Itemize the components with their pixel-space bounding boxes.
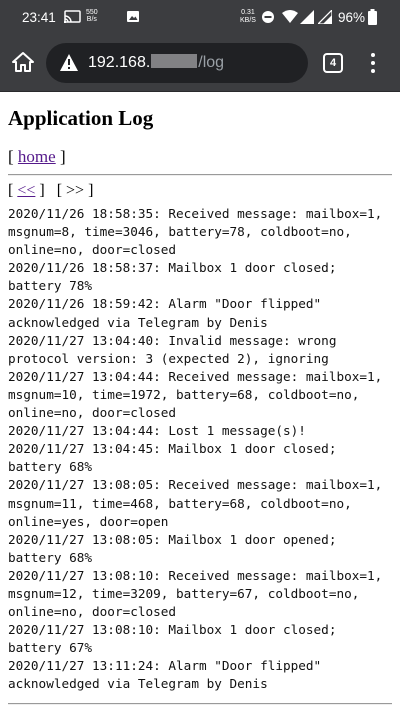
pager-next-text: ] [ >> ] — [35, 182, 94, 199]
battery-percentage: 96% — [338, 10, 366, 25]
tab-switcher-button[interactable]: 4 — [323, 53, 343, 73]
nav-bracket-close: ] — [55, 147, 66, 166]
log-line: 2020/11/26 18:59:42: Alarm "Door flipped… — [8, 296, 322, 312]
url-path: /log — [198, 54, 225, 71]
image-notification-icon — [127, 11, 139, 22]
page-title: Application Log — [8, 106, 154, 130]
nav-bracket-open: [ — [8, 147, 18, 166]
divider-bottom — [8, 703, 392, 705]
log-line: 2020/11/27 13:04:44: Received message: m… — [8, 368, 383, 384]
log-line: battery 67% — [8, 640, 93, 656]
divider-top — [8, 174, 392, 176]
log-line: online=no, door=closed — [8, 604, 177, 620]
log-line: online=no, door=closed — [8, 405, 177, 421]
log-line: 2020/11/27 13:04:40: Invalid message: wr… — [8, 332, 337, 348]
status-bar: 23:41 550 B/s 0.31 KB/S 96% — [0, 0, 400, 34]
cast-icon — [64, 10, 81, 23]
log-line: msgnum=10, time=1972, battery=68, coldbo… — [8, 386, 360, 402]
log-line: msgnum=8, time=3046, battery=78, coldboo… — [8, 224, 352, 240]
pager-bracket-open: [ — [8, 182, 18, 199]
net-speed-unit: B/s — [86, 16, 97, 23]
menu-dot — [371, 61, 375, 65]
log-line: 2020/11/27 13:08:10: Received message: m… — [8, 567, 383, 583]
log-line: msgnum=11, time=468, battery=68, coldboo… — [8, 495, 352, 511]
home-icon[interactable] — [12, 51, 34, 73]
log-line: 2020/11/27 13:08:05: Received message: m… — [8, 477, 383, 493]
log-line: 2020/11/26 18:58:37: Mailbox 1 door clos… — [8, 260, 337, 276]
signal-icon — [300, 10, 314, 24]
net-speed-indicator: 550 B/s — [86, 9, 98, 23]
data-rate-unit: KB/S — [240, 17, 256, 24]
wifi-icon — [282, 10, 298, 23]
log-line: acknowledged via Telegram by Denis — [8, 314, 268, 330]
home-link[interactable]: home — [18, 147, 56, 166]
battery-icon — [368, 9, 377, 25]
log-line: battery 78% — [8, 278, 93, 294]
page-content: Application Log [ home ] [ << ] [ >> ] 2… — [0, 92, 400, 709]
data-rate-indicator: 0.31 KB/S — [240, 9, 256, 25]
overflow-menu-icon[interactable] — [366, 51, 380, 75]
status-time: 23:41 — [22, 10, 56, 25]
address-bar[interactable]: 192.168. /log — [46, 43, 308, 83]
net-speed-value: 550 — [86, 9, 98, 16]
home-nav: [ home ] — [8, 147, 66, 167]
log-line: acknowledged via Telegram by Denis — [8, 676, 268, 692]
pagination: [ << ] [ >> ] — [8, 182, 93, 200]
previous-page-link[interactable]: << — [17, 182, 35, 199]
log-line: 2020/11/27 13:04:44: Lost 1 message(s)! — [8, 423, 306, 439]
log-line: 2020/11/27 13:08:05: Mailbox 1 door open… — [8, 531, 337, 547]
log-line: 2020/11/27 13:11:24: Alarm "Door flipped… — [8, 658, 322, 674]
redacted-ip-block — [151, 54, 198, 68]
log-entries: 2020/11/26 18:58:35: Received message: m… — [8, 205, 394, 694]
do-not-disturb-icon — [262, 11, 274, 23]
log-line: msgnum=12, time=3209, battery=67, coldbo… — [8, 585, 360, 601]
data-rate-value: 0.31 — [241, 9, 255, 16]
not-secure-warning-icon[interactable] — [60, 54, 78, 71]
log-line: online=no, door=closed — [8, 242, 177, 258]
log-line: online=yes, door=open — [8, 513, 169, 529]
log-line: battery 68% — [8, 459, 93, 475]
log-line: battery 68% — [8, 549, 93, 565]
log-line: 2020/11/26 18:58:35: Received message: m… — [8, 206, 383, 221]
log-line: 2020/11/27 13:04:45: Mailbox 1 door clos… — [8, 441, 337, 457]
log-line: protocol version: 3 (expected 2), ignori… — [8, 350, 329, 366]
menu-dot — [371, 53, 375, 57]
signal-secondary-icon — [318, 10, 332, 24]
menu-dot — [371, 69, 375, 73]
log-line: 2020/11/27 13:08:10: Mailbox 1 door clos… — [8, 622, 337, 638]
url-text[interactable]: 192.168. /log — [88, 54, 224, 72]
url-host: 192.168. — [88, 54, 151, 71]
browser-toolbar: 192.168. /log 4 — [0, 34, 400, 92]
